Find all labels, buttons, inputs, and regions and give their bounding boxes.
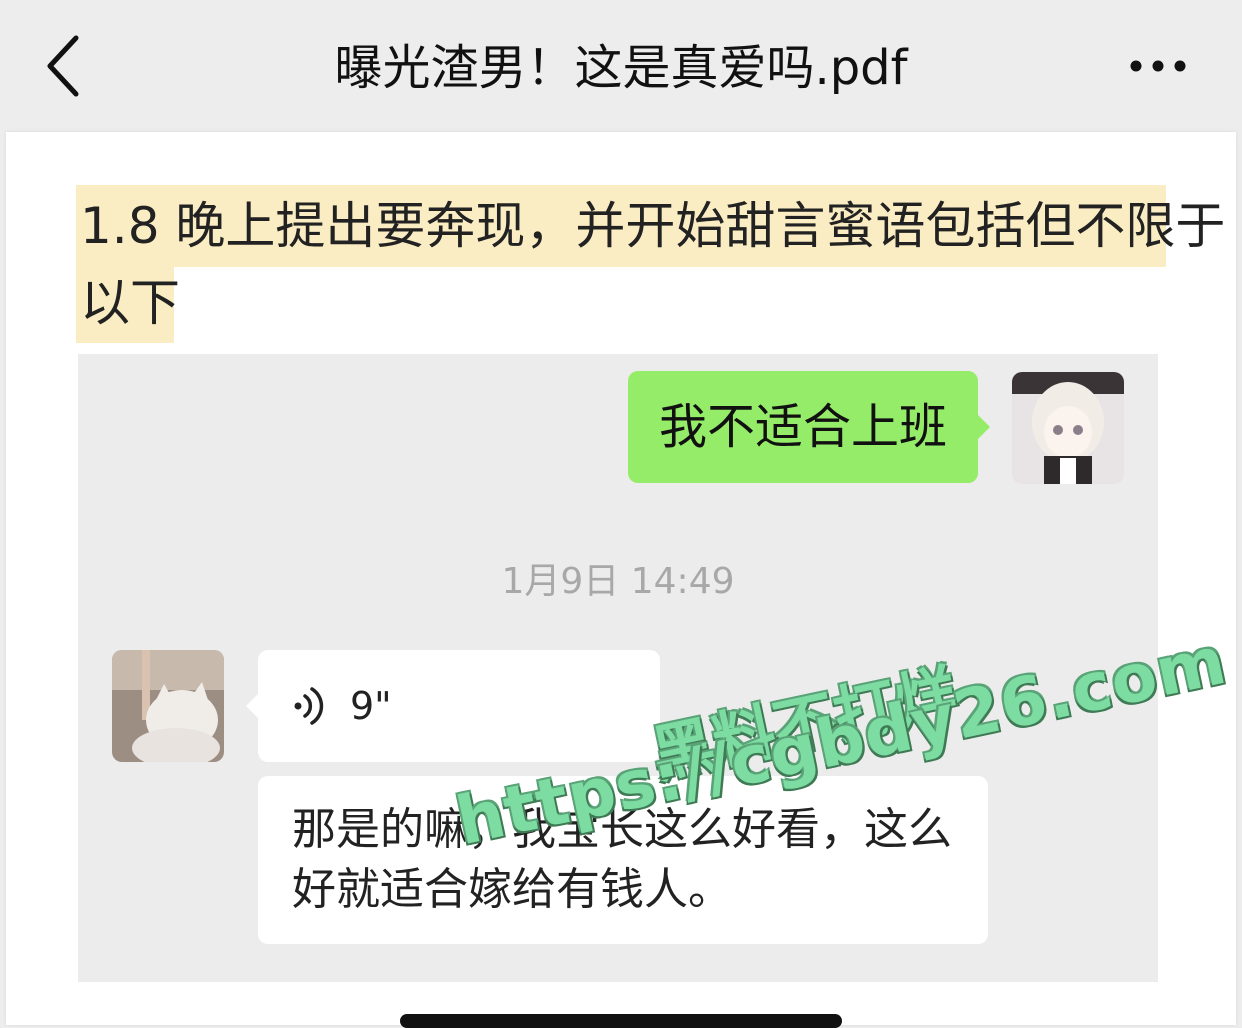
chat-timestamp: 1月9日 14:49 bbox=[501, 561, 735, 602]
highlighted-text-line: 以下 bbox=[76, 267, 180, 343]
top-bar: 曝光渣男！这是真爱吗.pdf bbox=[0, 0, 1242, 132]
highlight-text: 1.8 晚上提出要奔现，并开始甜言蜜语包括但不限于 bbox=[80, 197, 1226, 255]
back-button[interactable] bbox=[36, 28, 96, 104]
highlight-text: 以下 bbox=[80, 274, 180, 332]
voice-message-bubble[interactable]: 9" bbox=[246, 650, 660, 762]
received-message-text: 那是的嘛，我宝长这么好看，这么好就适合嫁给有钱人。 bbox=[292, 804, 952, 915]
chat-screenshot: 我不适合上班 1月9日 14:49 9" 那是的嘛，我宝长这么好看，这么好就适合… bbox=[78, 354, 1158, 982]
voice-duration: 9" bbox=[350, 684, 392, 728]
avatar bbox=[1012, 372, 1124, 484]
received-message-bubble: 那是的嘛，我宝长这么好看，这么好就适合嫁给有钱人。 bbox=[258, 776, 988, 944]
cat-avatar-image bbox=[112, 650, 224, 762]
page-title: 曝光渣男！这是真爱吗.pdf bbox=[334, 40, 908, 96]
more-button[interactable] bbox=[1122, 46, 1194, 86]
doll-avatar-image bbox=[1012, 372, 1124, 484]
chevron-left-icon bbox=[47, 35, 79, 97]
sent-message-text: 我不适合上班 bbox=[658, 399, 947, 455]
more-dots-icon bbox=[1130, 60, 1186, 72]
home-indicator[interactable] bbox=[400, 1014, 842, 1028]
voice-wave-icon bbox=[294, 687, 324, 725]
pdf-page[interactable]: 1.8 晚上提出要奔现，并开始甜言蜜语包括但不限于 以下 我不适合上班 1月9日… bbox=[6, 132, 1236, 1025]
avatar bbox=[112, 650, 224, 762]
sent-message-bubble: 我不适合上班 bbox=[628, 371, 990, 483]
highlighted-text-line: 1.8 晚上提出要奔现，并开始甜言蜜语包括但不限于 bbox=[76, 185, 1225, 267]
